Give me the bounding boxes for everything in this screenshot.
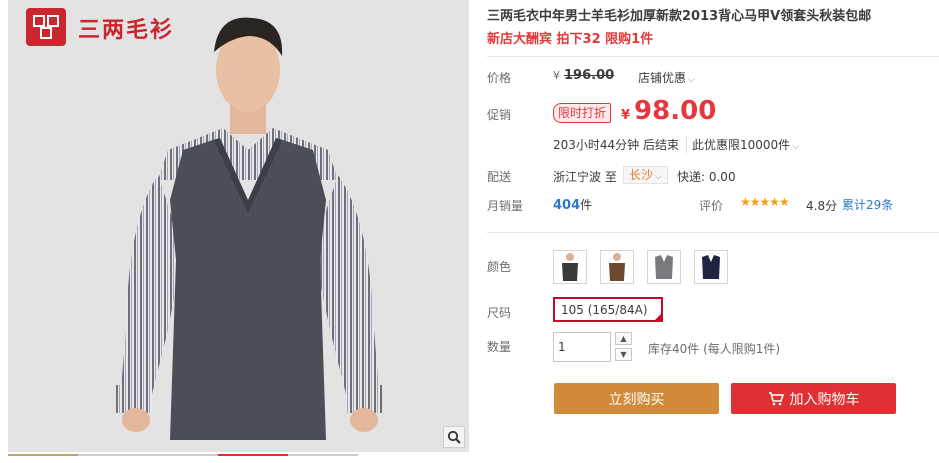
rating-score: 4.8分: [806, 199, 838, 213]
chevron-down-icon: ⌵: [655, 172, 662, 182]
ship-to-selector[interactable]: 长沙 ⌵: [623, 166, 668, 184]
zoom-button[interactable]: [443, 426, 465, 448]
brand-logo-icon: [26, 8, 66, 46]
monthly-sales: 404件: [553, 196, 592, 213]
promotion-limit-dropdown[interactable]: 此优惠限10000件 ⌵: [686, 136, 799, 153]
sale-currency-symbol: ¥: [621, 108, 631, 123]
size-option-selected[interactable]: 105 (165/84A): [553, 297, 663, 322]
chevron-down-icon: ⌵: [792, 142, 800, 152]
color-swatch-2[interactable]: [600, 250, 634, 284]
product-title: 三两毛衣中年男士羊毛衫加厚新款2013背心马甲V领套头秋装包邮: [487, 9, 872, 24]
color-swatch-3[interactable]: [647, 250, 681, 284]
countdown-text: 203小时44分钟 后结束: [553, 138, 679, 152]
size-label: 尺码: [487, 306, 512, 320]
chevron-down-icon: ⌵: [688, 75, 695, 85]
thumbnail-5[interactable]: [288, 454, 358, 463]
shipping-label: 配送: [487, 170, 512, 184]
thumbnail-1[interactable]: [8, 454, 78, 463]
sale-price-value: 98.00: [634, 96, 717, 126]
product-detail-panel: 三两毛衣中年男士羊毛衫加厚新款2013背心马甲V领套头秋装包邮 新店大酬宾 拍下…: [487, 0, 939, 463]
color-label: 颜色: [487, 260, 512, 274]
magnifier-icon: [447, 430, 461, 444]
color-swatch-1[interactable]: [553, 250, 587, 284]
color-swatch-4[interactable]: [694, 250, 728, 284]
store-discount-label: 店铺优惠: [638, 71, 687, 85]
add-to-cart-label: 加入购物车: [789, 391, 860, 408]
quantity-label: 数量: [487, 340, 512, 354]
thumbnail-3[interactable]: [148, 454, 218, 463]
review-count-link[interactable]: 累计29条: [842, 196, 893, 213]
sale-price: ¥98.00: [621, 96, 716, 126]
promotion-limit-label: 此优惠限10000件: [692, 138, 791, 152]
buy-now-button[interactable]: 立刻购买: [554, 383, 719, 414]
color-swatches: [553, 250, 728, 284]
ship-from-location: 浙江宁波: [553, 170, 602, 184]
quantity-decrease-button[interactable]: ▼: [615, 348, 632, 361]
brand-name: 三两毛衫: [78, 18, 175, 43]
original-price: ¥196.00: [553, 68, 614, 83]
quantity-increase-button[interactable]: ▲: [615, 332, 632, 345]
ship-from: 浙江宁波 至: [553, 168, 617, 185]
limited-time-badge: 限时打折: [553, 103, 612, 123]
add-to-cart-button[interactable]: 加入购物车: [731, 383, 896, 414]
monthly-sales-label: 月销量: [487, 199, 524, 213]
selected-check-icon: [653, 312, 663, 322]
thumbnail-strip: [8, 454, 469, 463]
price-label: 价格: [487, 71, 512, 85]
rating-label: 评价: [699, 199, 724, 213]
currency-symbol: ¥: [553, 69, 560, 82]
thumbnail-2[interactable]: [78, 454, 148, 463]
promotion-label: 促销: [487, 108, 512, 122]
product-main-image[interactable]: [8, 0, 469, 452]
stock-info: 库存40件 (每人限购1件): [648, 342, 781, 356]
promo-text: 新店大酬宾 拍下32 限购1件: [487, 32, 654, 47]
original-price-value: 196.00: [564, 68, 615, 83]
monthly-sales-unit: 件: [580, 198, 593, 212]
express-fee: 快递: 0.00: [677, 170, 736, 184]
cart-icon: [768, 391, 784, 405]
monthly-sales-count: 404: [553, 198, 581, 213]
ship-to-word: 至: [604, 170, 617, 184]
divider: [487, 232, 939, 233]
ship-to-city: 长沙: [629, 168, 654, 182]
divider: [487, 56, 939, 57]
thumbnail-4[interactable]: [218, 454, 288, 463]
rating-stars-icon: ★★★★★: [740, 195, 790, 209]
quantity-input[interactable]: [553, 332, 611, 362]
store-discount-dropdown[interactable]: 店铺优惠 ⌵: [638, 69, 695, 86]
size-option-label: 105 (165/84A): [561, 303, 648, 317]
product-gallery: 三两毛衫: [8, 0, 469, 452]
